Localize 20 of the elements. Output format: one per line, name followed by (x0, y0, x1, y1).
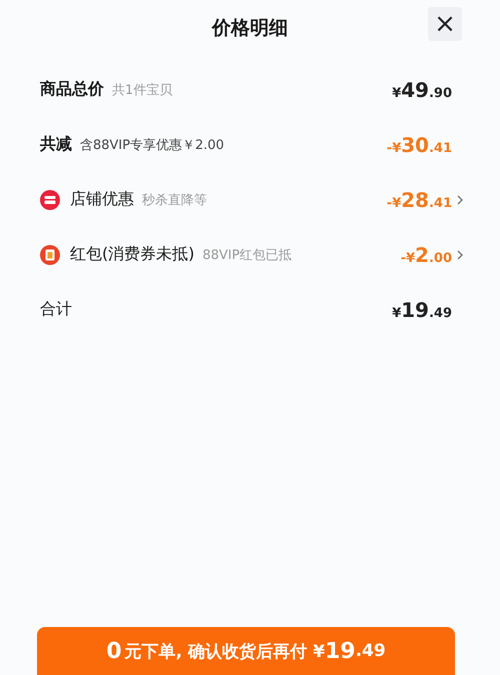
packet-icon (40, 244, 60, 264)
row-label: 合计 (40, 299, 72, 320)
row-amount: ¥49.90 (392, 78, 452, 102)
row-note: 秒杀直降等 (142, 192, 207, 208)
row-label: 共减 (40, 134, 72, 155)
row-amount: -¥30.41 (386, 132, 452, 156)
chevron-right-icon[interactable] (456, 248, 464, 260)
shop-icon (40, 190, 60, 210)
row-amount: -¥28.41 (386, 188, 452, 212)
chevron-right-icon[interactable] (456, 194, 464, 206)
row-note: 共1件宝贝 (112, 82, 172, 98)
row-note: 含88VIP专享优惠￥2.00 (80, 136, 224, 154)
row-amount: -¥2.00 (400, 242, 452, 266)
row-label: 商品总价 (40, 79, 104, 100)
row-label: 店铺优惠 (70, 189, 134, 210)
close-button[interactable]: × (428, 7, 462, 41)
row-label: 红包(消费券未抵) (70, 244, 194, 265)
row-note: 88VIP红包已抵 (202, 246, 292, 264)
sheet-title: 价格明细 (212, 16, 288, 41)
row-amount: ¥19.49 (392, 298, 452, 322)
